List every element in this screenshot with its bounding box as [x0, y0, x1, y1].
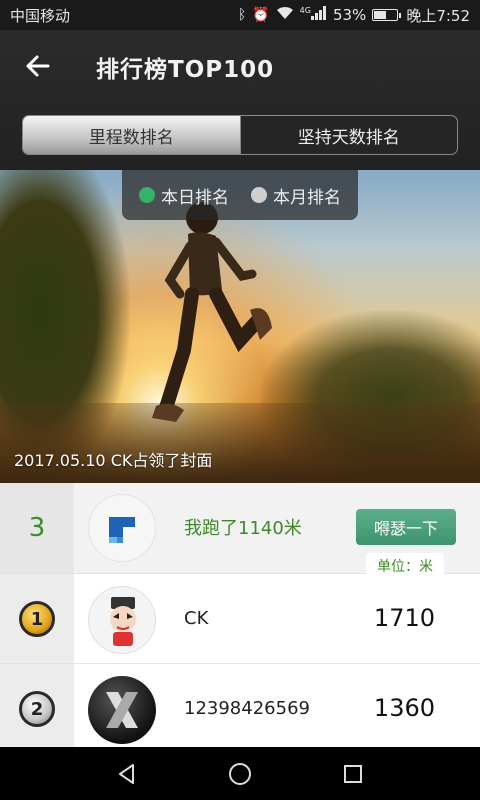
nav-recents-button[interactable] — [338, 759, 368, 789]
battery-icon — [372, 9, 402, 21]
network-type-label: 4G — [299, 6, 311, 15]
square-recents-icon — [344, 764, 363, 783]
bluetooth-icon: ᛒ — [237, 7, 247, 23]
wifi-icon — [276, 6, 294, 24]
nav-home-button[interactable] — [225, 759, 255, 789]
page-title: 排行榜TOP100 — [96, 57, 275, 83]
ranking-type-tabs: 里程数排名 坚持天数排名 — [22, 115, 458, 155]
medal-cell: 2 — [0, 664, 74, 754]
medal-cell: 1 — [0, 574, 74, 664]
tab-distance-ranking[interactable]: 里程数排名 — [23, 116, 240, 154]
app-logo-icon — [109, 517, 135, 543]
cover-caption: 2017.05.10 CK占领了封面 — [14, 451, 213, 470]
x-logo-avatar-icon — [106, 692, 138, 728]
back-arrow-icon — [26, 55, 50, 77]
medal-number: 2 — [30, 698, 44, 720]
radio-unselected-icon — [251, 187, 267, 203]
silver-medal-icon: 2 — [19, 691, 55, 727]
rank-row[interactable]: 1 CK 1710 — [0, 573, 480, 664]
circle-home-icon — [228, 762, 251, 785]
triangle-back-icon — [118, 763, 134, 784]
back-button[interactable] — [20, 48, 56, 84]
opera-mask-avatar-icon — [110, 597, 136, 646]
my-distance-text: 我跑了1140米 — [184, 518, 302, 539]
status-bar: 中国移动 ᛒ ⏰ 4G 53% 晚上7:52 — [0, 0, 480, 30]
my-avatar[interactable] — [88, 494, 156, 562]
rank-row[interactable]: 2 12398426569 1360 — [0, 663, 480, 754]
unit-badge: 单位：米 — [366, 553, 444, 579]
tab-persistence-ranking[interactable]: 坚持天数排名 — [239, 116, 458, 154]
cover-image: 本日排名 本月排名 2017.05.10 CK占领了封面 — [0, 170, 480, 483]
user-avatar[interactable] — [88, 586, 156, 654]
user-name: 12398426569 — [184, 698, 310, 719]
period-option-month[interactable]: 本月排名 — [251, 183, 341, 208]
runner-silhouette — [152, 202, 272, 422]
gold-medal-icon: 1 — [19, 601, 55, 637]
period-option-label: 本月排名 — [273, 187, 341, 208]
user-distance: 1360 — [373, 694, 435, 722]
carrier-label: 中国移动 — [10, 6, 71, 25]
period-toggle: 本日排名 本月排名 — [122, 170, 358, 220]
nav-back-button[interactable] — [112, 759, 142, 789]
signal-icon: 4G — [300, 6, 327, 24]
user-name: CK — [184, 608, 209, 629]
my-rank-number: 3 — [0, 483, 74, 573]
clock: 晚上7:52 — [406, 6, 470, 25]
period-option-today[interactable]: 本日排名 — [139, 183, 229, 208]
status-icons: ᛒ ⏰ 4G 53% 晚上7:52 — [238, 5, 470, 26]
battery-percent: 53% — [332, 6, 367, 24]
medal-number: 1 — [30, 608, 44, 630]
alarm-icon: ⏰ — [252, 7, 270, 23]
header: 排行榜TOP100 里程数排名 坚持天数排名 — [0, 30, 480, 170]
system-nav-bar — [0, 747, 480, 800]
radio-selected-icon — [139, 187, 155, 203]
show-off-button[interactable]: 嘚瑟一下 — [356, 509, 456, 545]
period-option-label: 本日排名 — [161, 187, 229, 208]
user-avatar[interactable] — [88, 676, 156, 744]
user-distance: 1710 — [373, 604, 435, 632]
